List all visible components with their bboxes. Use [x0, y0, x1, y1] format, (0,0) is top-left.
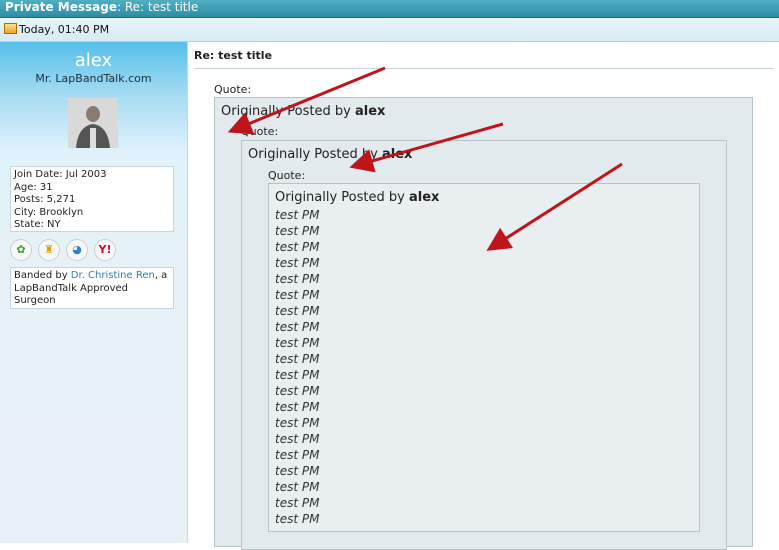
message-line: test PM [275, 320, 320, 334]
post-icon [4, 23, 17, 34]
quote-header-1: Originally Posted by alex [221, 104, 385, 119]
message-line: test PM [275, 336, 320, 350]
message-line: test PM [275, 224, 320, 238]
banded-prefix: Banded by [14, 270, 71, 281]
message-line: test PM [275, 272, 320, 286]
message-line: test PM [275, 400, 320, 414]
post-count: Posts: 5,271 [14, 194, 76, 205]
quote-header-2: Originally Posted by alex [248, 147, 412, 162]
msn-icon[interactable]: ◕ [66, 239, 88, 261]
post-date: Today, 01:40 PM [19, 23, 110, 36]
quote-author-1: alex [354, 104, 386, 119]
contact-icons: ✿ ♜ ◕ Y! [10, 238, 122, 262]
message-line: test PM [275, 448, 320, 462]
avatar[interactable] [68, 98, 118, 148]
post-title: Re: test title [194, 49, 273, 62]
username[interactable]: alex [0, 50, 187, 71]
yahoo-icon[interactable]: Y! [94, 239, 116, 261]
state: State: NY [14, 219, 61, 230]
city: City: Brooklyn [14, 206, 84, 218]
message-line: test PM [275, 208, 320, 222]
message-line: test PM [275, 496, 320, 510]
message-line: test PM [275, 304, 320, 318]
quote-label-2: Quote: [241, 125, 279, 138]
originally-posted-by-2: Originally Posted by [248, 147, 378, 162]
title-bar-label: Private Message [5, 0, 117, 14]
originally-posted-by-3: Originally Posted by [275, 190, 405, 205]
icq-icon[interactable]: ✿ [10, 239, 32, 261]
message-line: test PM [275, 368, 320, 382]
message-line: test PM [275, 416, 320, 430]
aim-icon[interactable]: ♜ [38, 239, 60, 261]
quote-label-1: Quote: [214, 83, 252, 96]
message-line: test PM [275, 288, 320, 302]
quote-header-3: Originally Posted by alex [275, 190, 439, 205]
quote-author-3: alex [408, 190, 440, 205]
doctor-link[interactable]: Dr. Christine Ren [71, 270, 155, 281]
user-info-box: Join Date: Jul 2003 Age: 31 Posts: 5,271… [10, 166, 174, 232]
banded-by-box: Banded by Dr. Christine Ren, a LapBandTa… [10, 267, 174, 309]
quote-box-inner [268, 183, 700, 532]
message-line: test PM [275, 464, 320, 478]
message-line: test PM [275, 384, 320, 398]
title-bar-subject: Re: test title [124, 0, 199, 14]
post-date-bar: Today, 01:40 PM [0, 18, 779, 42]
message-lines: test PM test PM test PM test PM test PM … [275, 207, 319, 527]
quote-label-3: Quote: [268, 169, 306, 182]
user-title: Mr. LapBandTalk.com [35, 72, 152, 85]
message-line: test PM [275, 240, 320, 254]
message-line: test PM [275, 432, 320, 446]
user-sidebar: alex Mr. LapBandTalk.com Join Date: Jul … [0, 42, 188, 543]
message-line: test PM [275, 352, 320, 366]
message-line: test PM [275, 256, 320, 270]
title-divider [194, 68, 774, 69]
message-line: test PM [275, 512, 320, 526]
originally-posted-by-1: Originally Posted by [221, 104, 351, 119]
title-bar: Private Message: Re: test title [0, 0, 779, 18]
quote-author-2: alex [381, 147, 413, 162]
join-date: Join Date: Jul 2003 [14, 169, 107, 180]
message-line: test PM [275, 480, 320, 494]
age: Age: 31 [14, 181, 53, 193]
